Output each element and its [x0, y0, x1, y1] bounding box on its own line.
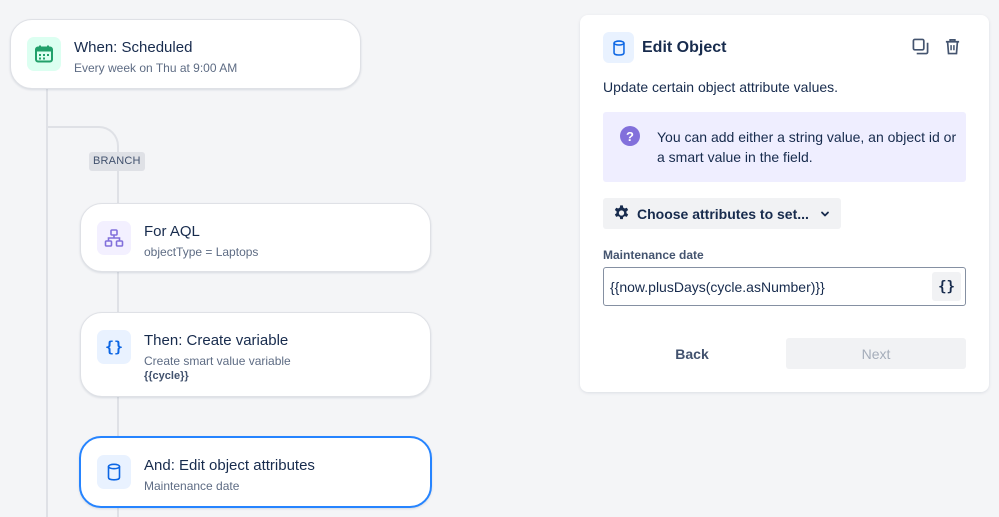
for-aql-subtitle: objectType = Laptops — [144, 245, 259, 259]
trigger-subtitle: Every week on Thu at 9:00 AM — [74, 61, 238, 75]
create-variable-title: Then: Create variable — [144, 332, 289, 349]
chevron-down-icon — [819, 208, 831, 220]
question-icon: ? — [620, 126, 640, 146]
variable-name: {{cycle}} — [144, 370, 189, 382]
maintenance-date-input[interactable] — [610, 268, 930, 305]
for-aql-title: For AQL — [144, 223, 200, 240]
database-icon — [97, 455, 131, 489]
edit-object-subtitle: Maintenance date — [144, 479, 240, 493]
edit-object-card[interactable]: And: Edit object attributes Maintenance … — [79, 436, 432, 508]
curly-braces-icon: {} — [97, 330, 131, 364]
next-button[interactable]: Next — [786, 338, 966, 369]
info-message-box: ? You can add either a string value, an … — [603, 112, 966, 182]
choose-attributes-label: Choose attributes to set... — [637, 205, 809, 222]
database-icon — [603, 32, 634, 63]
trigger-card[interactable]: When: Scheduled Every week on Thu at 9:0… — [10, 19, 361, 89]
automation-canvas: When: Scheduled Every week on Thu at 9:0… — [0, 0, 999, 517]
create-variable-subtitle: Create smart value variable — [144, 354, 291, 368]
connector-line — [117, 396, 119, 437]
edit-object-title: And: Edit object attributes — [144, 457, 315, 474]
connector-line — [117, 507, 119, 517]
for-aql-card[interactable]: For AQL objectType = Laptops — [80, 203, 431, 272]
gear-icon — [612, 204, 631, 223]
connector-line — [117, 271, 119, 313]
trigger-title: When: Scheduled — [74, 39, 193, 56]
create-variable-card[interactable]: {} Then: Create variable Create smart va… — [80, 312, 431, 397]
smart-value-button[interactable]: {} — [932, 272, 961, 301]
delete-icon[interactable] — [943, 37, 961, 55]
panel-title: Edit Object — [642, 38, 727, 56]
hierarchy-icon — [97, 221, 131, 255]
info-message: You can add either a string value, an ob… — [657, 129, 957, 165]
choose-attributes-button[interactable]: Choose attributes to set... — [603, 198, 841, 229]
panel-description: Update certain object attribute values. — [603, 79, 839, 95]
branch-tag: BRANCH — [89, 152, 145, 171]
duplicate-icon[interactable] — [911, 37, 929, 55]
back-button[interactable]: Back — [603, 338, 781, 369]
maintenance-date-label: Maintenance date — [603, 248, 704, 262]
calendar-icon — [27, 37, 61, 71]
edit-object-panel: Edit Object Update certain object attrib… — [580, 15, 989, 392]
maintenance-date-field: {} — [603, 267, 966, 306]
